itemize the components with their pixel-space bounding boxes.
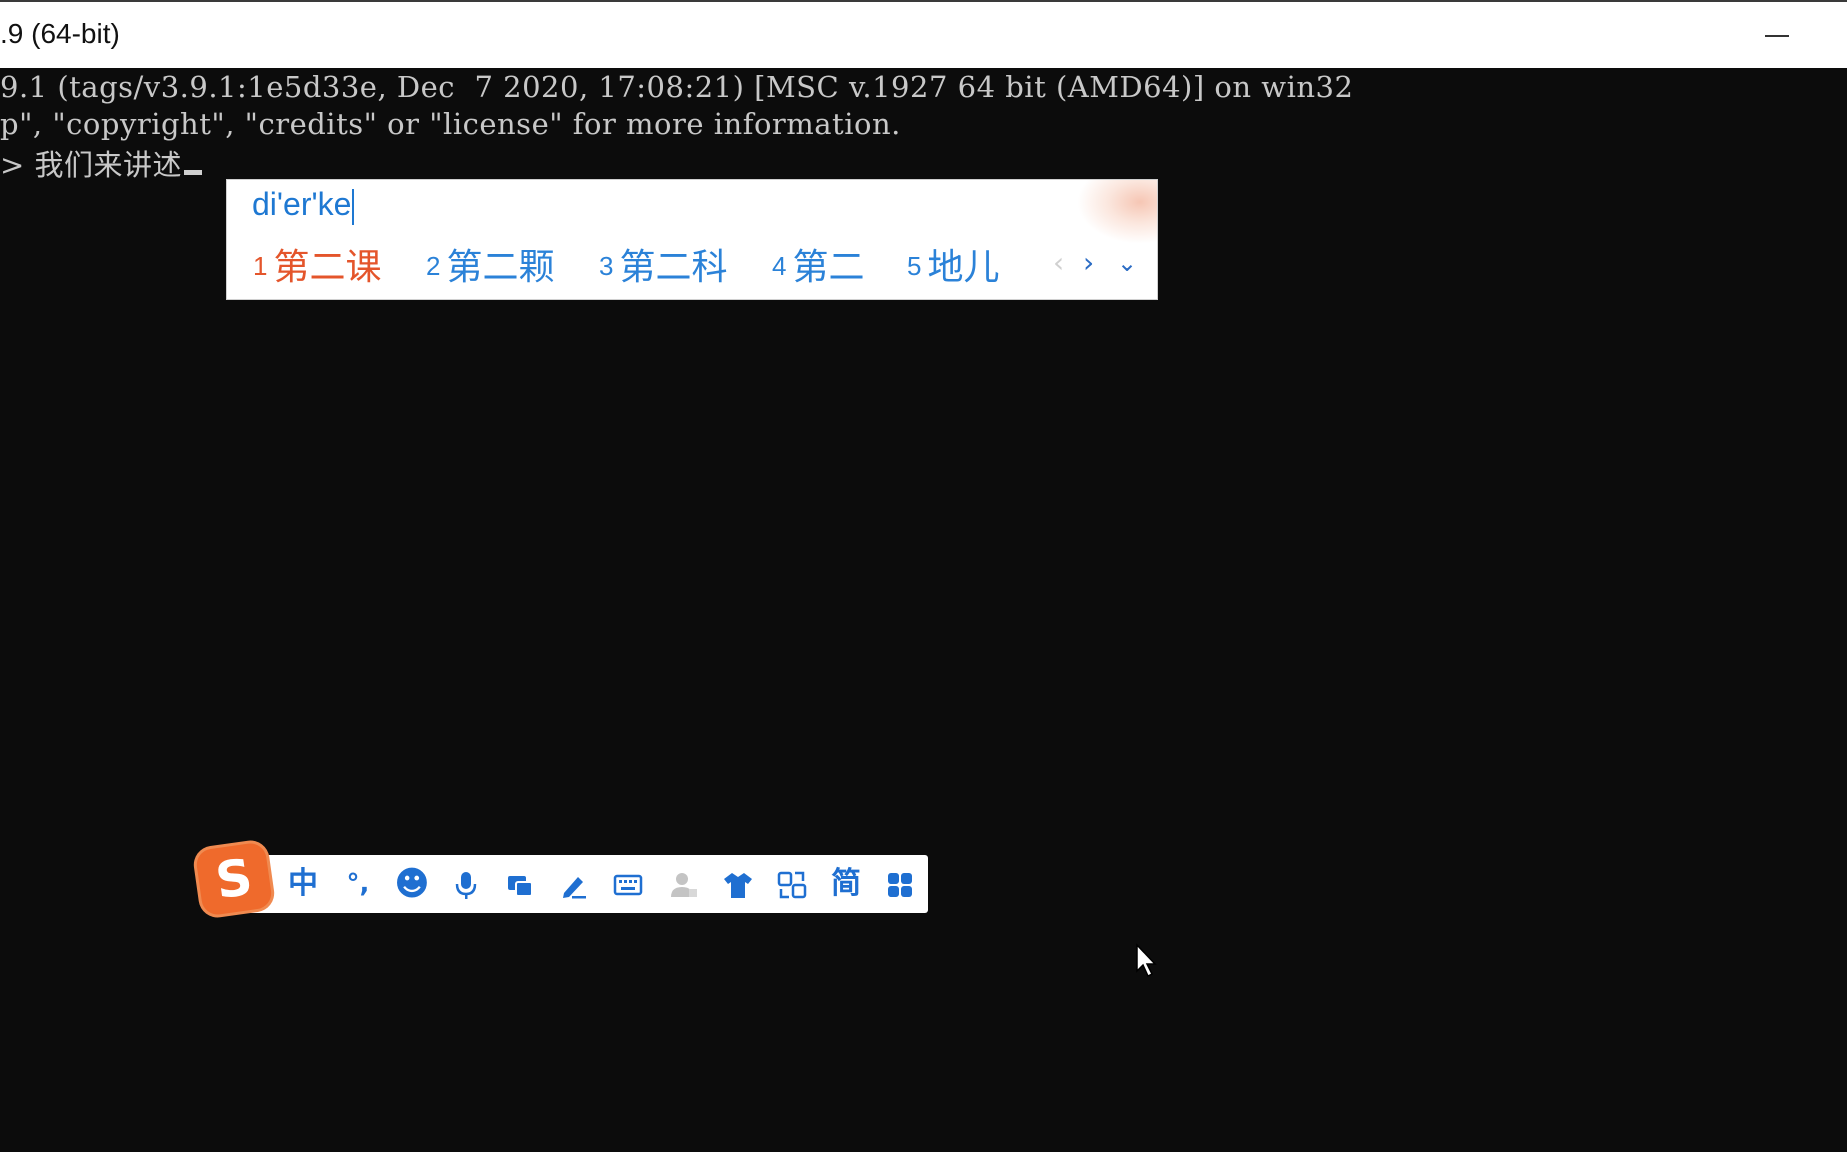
ime-candidate-1[interactable]: 1 第二课 — [253, 238, 381, 290]
user-account-icon[interactable] — [660, 855, 708, 913]
console-line-version: 9.1 (tags/v3.9.1:1e5d33e, Dec 7 2020, 17… — [0, 70, 1354, 104]
console-input-text: > 我们来讲述 — [0, 148, 183, 182]
candidate-text: 第二课 — [273, 247, 382, 288]
ime-candidate-5[interactable]: 5 地儿 — [907, 238, 999, 290]
sogou-logo-icon[interactable]: S — [194, 841, 274, 917]
menu-grid-icon[interactable] — [876, 855, 924, 913]
punctuation-mode-button[interactable]: °, — [334, 855, 382, 913]
text-cursor — [184, 170, 203, 175]
microphone-icon[interactable] — [442, 855, 490, 913]
candidate-text: 第二 — [792, 247, 865, 288]
chevron-right-icon[interactable]: › — [1083, 248, 1094, 278]
simplified-traditional-button[interactable]: 简 — [822, 855, 870, 913]
ime-composition-string: di'er'ke — [252, 186, 355, 225]
minimize-button[interactable] — [1747, 12, 1807, 60]
candidate-number: 1 — [253, 251, 268, 281]
chevron-left-icon[interactable]: ‹ — [1053, 248, 1064, 278]
chinese-mode-button[interactable]: 中 — [279, 855, 327, 913]
emoji-icon[interactable]: ☻ — [388, 855, 436, 913]
mouse-pointer-icon — [1135, 943, 1159, 979]
candidate-text: 地儿 — [927, 247, 1000, 288]
ime-candidate-4[interactable]: 4 第二 — [772, 238, 864, 290]
skin-shirt-icon[interactable] — [714, 855, 762, 913]
ime-candidate-window: di'er'ke 1 第二课 2 第二颗 3 第二科 4 第二 5 地儿 ‹ › ⌄ — [226, 179, 1158, 300]
candidate-text: 第二科 — [619, 247, 728, 288]
ime-caret — [352, 188, 355, 225]
screenshot-icon[interactable] — [496, 855, 544, 913]
console-input-line[interactable]: > 我们来讲述 — [0, 142, 203, 184]
window-title: .9 (64-bit) — [0, 18, 120, 49]
handwriting-pen-icon[interactable] — [550, 855, 598, 913]
candidate-number: 2 — [426, 251, 441, 281]
candidate-number: 3 — [599, 251, 614, 281]
console-line-help: p", "copyright", "credits" or "license" … — [0, 107, 901, 141]
chevron-down-icon[interactable]: ⌄ — [1117, 248, 1137, 278]
ime-candidate-2[interactable]: 2 第二颗 — [426, 238, 554, 290]
candidate-number: 4 — [772, 251, 787, 281]
candidate-text: 第二颗 — [446, 247, 555, 288]
ime-skin-decoration — [1077, 180, 1157, 244]
soft-keyboard-icon[interactable] — [604, 855, 652, 913]
ime-composition-text: di'er'ke — [252, 186, 352, 222]
candidate-number: 5 — [907, 251, 922, 281]
window-titlebar: .9 (64-bit) — [0, 0, 1847, 68]
toolbox-icon[interactable] — [768, 855, 816, 913]
ime-candidate-3[interactable]: 3 第二科 — [599, 238, 727, 290]
